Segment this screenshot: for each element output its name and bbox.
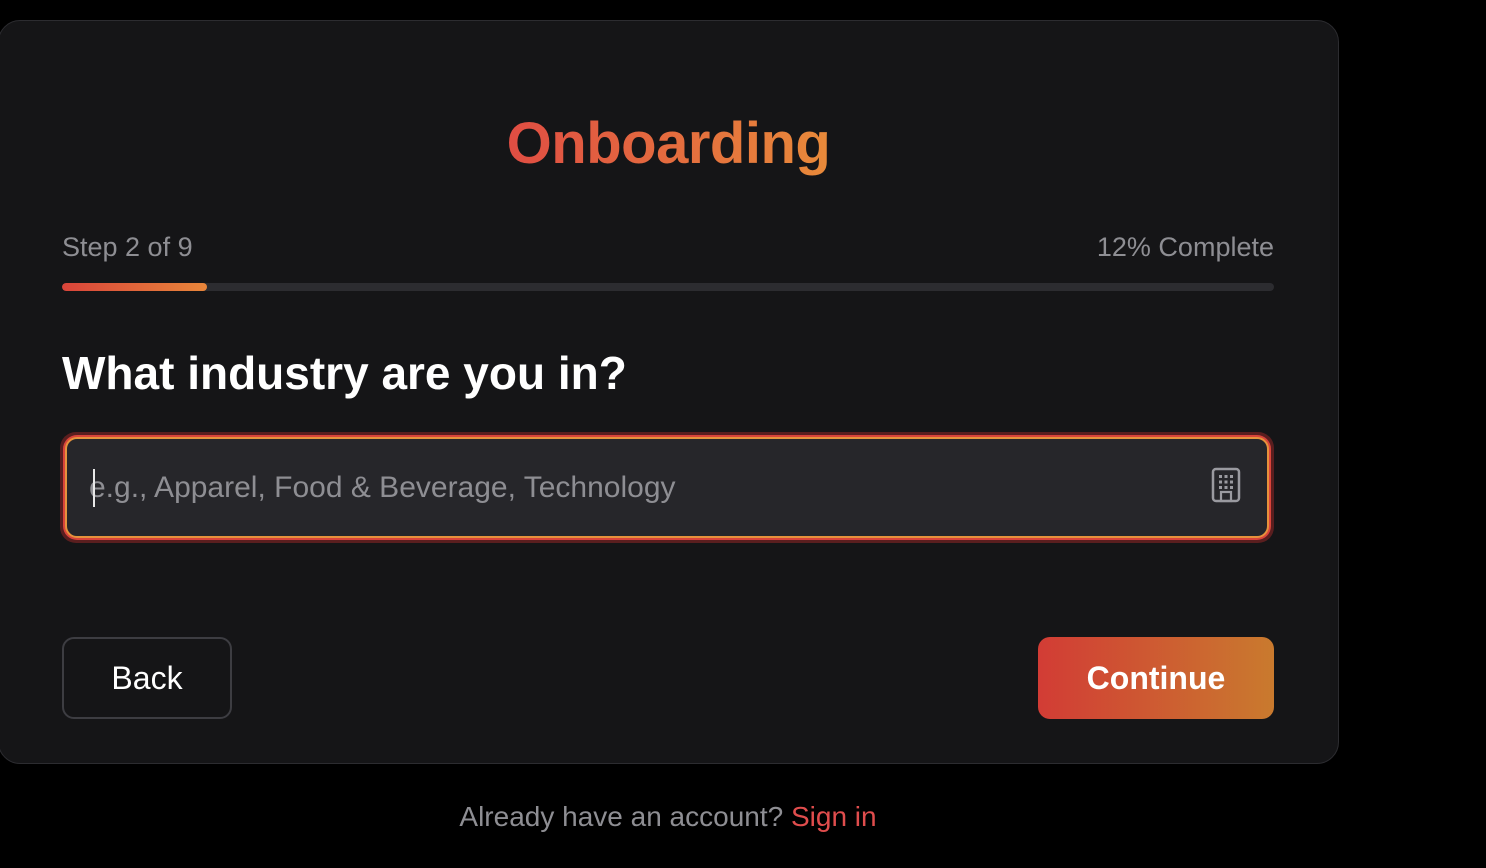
progress-bar-fill: [62, 283, 208, 291]
building-icon: [1211, 467, 1241, 503]
sign-in-prompt: Already have an account? Sign in: [0, 798, 1336, 836]
step-counter: Step 2 of 9: [62, 232, 193, 262]
page-title: Onboarding: [506, 111, 831, 176]
industry-input-wrapper[interactable]: [65, 437, 1269, 538]
progress-header: Step 2 of 9 12% Complete: [62, 227, 1274, 267]
question-heading: What industry are you in?: [62, 347, 627, 399]
industry-input-focus-ring: [60, 432, 1274, 543]
percent-complete: 12% Complete: [1096, 232, 1274, 262]
progress-bar: [62, 283, 1274, 291]
continue-button[interactable]: Continue: [1038, 637, 1274, 719]
back-button[interactable]: Back: [62, 637, 232, 719]
industry-input[interactable]: [89, 439, 1169, 536]
onboarding-card: Onboarding Step 2 of 9 12% Complete What…: [0, 20, 1339, 764]
sign-in-prompt-text: Already have an account?: [459, 801, 784, 832]
sign-in-link[interactable]: Sign in: [791, 801, 877, 832]
text-caret: [93, 469, 95, 507]
